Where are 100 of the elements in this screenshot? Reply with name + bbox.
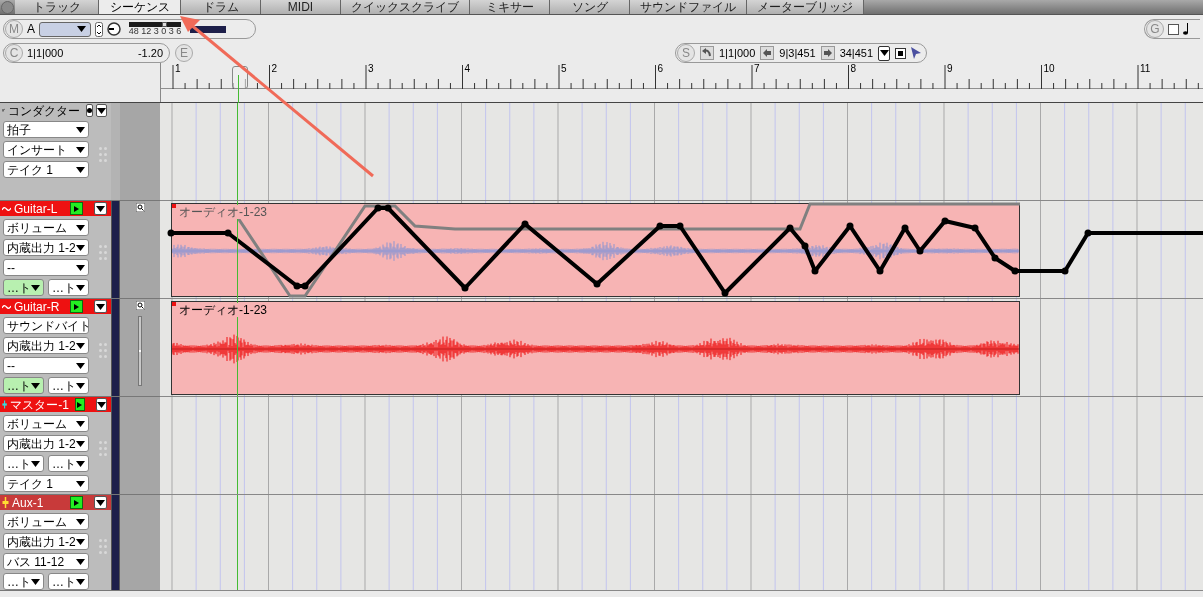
dropdown[interactable]: ボリューム (3, 513, 89, 530)
bar-number: 3 (368, 64, 374, 74)
right-arrow-icon[interactable] (820, 46, 835, 60)
audio-region[interactable] (171, 301, 1020, 395)
position-readout: 1|1|000 (27, 45, 64, 61)
dropdown[interactable]: …ト (3, 377, 44, 394)
dropdown[interactable]: 拍子 (3, 121, 89, 138)
current-readout: 9|3|451 (779, 45, 816, 61)
channel-label: A (27, 21, 35, 38)
tab[interactable]: シーケンス (99, 0, 181, 14)
dropdown[interactable]: …ト (3, 573, 44, 590)
caret-icon (76, 362, 85, 369)
dropdown[interactable]: 内蔵出力 1-2 (3, 533, 89, 550)
bar-number: 9 (947, 64, 953, 74)
dropdown[interactable]: テイク 1 (3, 475, 89, 492)
tab[interactable]: ドラム (181, 0, 261, 14)
caret-icon (76, 224, 85, 231)
wave-icon (2, 205, 11, 212)
caret-icon (76, 382, 85, 389)
dropdown[interactable]: …ト (3, 279, 44, 296)
dropdown[interactable]: …ト (48, 573, 89, 590)
tab[interactable]: メーターブリッジ (747, 0, 864, 14)
dropdown[interactable]: …ト (48, 455, 89, 472)
caret-icon (76, 264, 85, 271)
stepper-icon[interactable] (95, 21, 103, 37)
dropdown[interactable]: サウンドバイト (3, 317, 89, 334)
dropdown[interactable]: バス 11-12 (3, 553, 89, 570)
caret-icon (76, 538, 85, 545)
caret-icon (76, 244, 85, 251)
dropdown[interactable]: ボリューム (3, 415, 89, 432)
dropdown[interactable]: 内蔵出力 1-2 (3, 239, 89, 256)
caret-icon (96, 303, 105, 310)
caret-icon (76, 126, 85, 133)
playhead-handle[interactable] (232, 66, 248, 89)
dropdown[interactable]: 内蔵出力 1-2 (3, 337, 89, 354)
dropdown[interactable]: テイク 1 (3, 161, 89, 178)
record-button[interactable] (86, 104, 93, 117)
tab[interactable]: ソング (550, 0, 630, 14)
play-icon (74, 205, 79, 212)
track-name[interactable]: コンダクター (8, 101, 80, 120)
grid-checkbox[interactable] (1168, 23, 1179, 35)
grip-icon (99, 343, 108, 358)
caret-icon (76, 420, 85, 427)
dropdown[interactable]: …ト (48, 377, 89, 394)
play-icon (74, 499, 79, 506)
stop-icon[interactable] (895, 47, 907, 59)
dropdown[interactable]: ボリューム (3, 219, 89, 236)
left-arrow-icon[interactable] (760, 46, 775, 60)
play-button[interactable] (70, 202, 83, 215)
dropdown[interactable]: …ト (3, 455, 44, 472)
caret-icon (96, 499, 105, 506)
undo-icon[interactable] (700, 46, 714, 60)
zoom-icon[interactable] (135, 301, 145, 310)
end-readout: 34|451 (839, 45, 874, 61)
dropdown[interactable]: 内蔵出力 1-2 (3, 435, 89, 452)
bar-number: 11 (1140, 64, 1151, 74)
pointer-icon[interactable] (911, 46, 923, 60)
menu-dropdown[interactable] (878, 45, 891, 61)
grip-icon (99, 441, 108, 456)
grip-icon (99, 539, 108, 554)
caret-icon (97, 107, 106, 114)
tab[interactable]: サウンドファイル (630, 0, 747, 14)
track-menu-button[interactable] (96, 104, 107, 117)
start-readout: 1|1|000 (719, 45, 756, 61)
gain-meter[interactable] (129, 22, 181, 27)
play-button[interactable] (70, 300, 83, 313)
note-icon[interactable] (1183, 23, 1189, 35)
bar-number: 10 (1043, 64, 1055, 74)
dropdown[interactable]: -- (3, 357, 89, 374)
region-corner-marker (172, 204, 176, 208)
tab[interactable]: クイックスクライブ (341, 0, 470, 14)
fader-track[interactable] (138, 316, 142, 386)
play-button[interactable] (70, 496, 83, 509)
tab[interactable]: トラック (15, 0, 99, 14)
dropdown[interactable]: -- (3, 259, 89, 276)
knob-icon[interactable] (107, 22, 121, 36)
grip-icon (99, 147, 108, 162)
zoom-icon[interactable] (135, 203, 145, 212)
dropdown[interactable]: …ト (48, 279, 89, 296)
caret-icon (76, 166, 85, 173)
caret-icon (76, 284, 85, 291)
play-icon (77, 401, 83, 408)
caret-icon (96, 205, 105, 212)
value-readout: -1.20 (137, 45, 163, 61)
caret-icon (76, 558, 85, 565)
bar-number: 2 (271, 64, 278, 74)
tab[interactable]: ミキサー (470, 0, 550, 14)
tab[interactable]: MIDI (261, 0, 341, 14)
play-button[interactable] (74, 398, 85, 411)
bar-number: 5 (561, 64, 567, 74)
caret-icon (31, 460, 40, 467)
dropdown[interactable]: インサート (3, 141, 89, 158)
caret-icon (76, 578, 85, 585)
caret-icon (76, 480, 85, 487)
bar-number: 6 (657, 64, 664, 74)
caret-icon (76, 146, 85, 153)
fader-icon (2, 497, 9, 508)
caret-icon (76, 460, 85, 467)
track-menu-button[interactable] (96, 398, 107, 411)
fader-icon (2, 399, 8, 410)
